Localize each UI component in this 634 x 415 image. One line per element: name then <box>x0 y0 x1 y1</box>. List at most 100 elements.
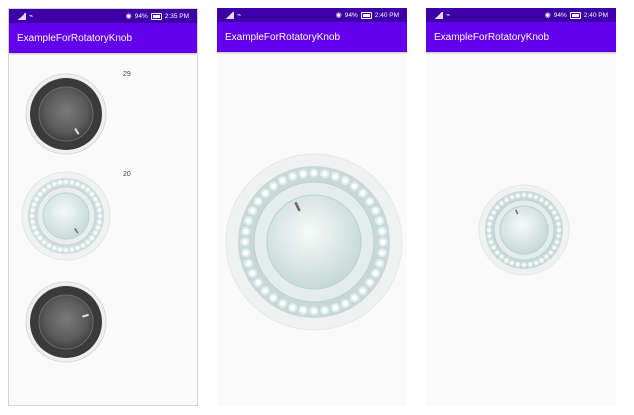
led-dot <box>34 197 39 201</box>
led-dot <box>93 231 98 235</box>
led-dot <box>98 214 102 218</box>
led-dot <box>549 250 553 254</box>
led-dot <box>34 231 39 235</box>
led-dot <box>487 228 491 232</box>
led-dot <box>70 247 74 252</box>
led-dot <box>367 279 373 286</box>
usb-icon: ⌁ <box>446 11 451 19</box>
phone-screen-3: ⌁ ◉ 94% 2:40 PM ExampleForRotatoryKnob <box>426 8 616 406</box>
phone-screen-1: ⌁ ◉ 94% 2:35 PM ExampleForRotatoryKnob 2… <box>8 8 198 406</box>
phone-screen-2: ⌁ ◉ 94% 2:40 PM ExampleForRotatoryKnob <box>217 8 407 406</box>
led-dot <box>377 260 383 266</box>
led-dot <box>42 188 46 192</box>
led-dot <box>255 279 261 286</box>
led-dot <box>505 258 508 262</box>
led-dot <box>544 255 548 259</box>
led-dot <box>42 240 46 244</box>
led-dot <box>290 173 296 179</box>
battery-percent: 94% <box>553 11 567 19</box>
led-dot <box>500 201 504 205</box>
led-dot <box>280 177 286 184</box>
led-dot <box>522 263 526 267</box>
led-dot <box>332 173 338 179</box>
led-dot <box>380 239 386 245</box>
led-dot <box>86 188 90 192</box>
led-dot <box>32 202 36 206</box>
led-dot <box>81 243 85 248</box>
led-dot <box>242 239 248 245</box>
led-dot <box>505 198 508 202</box>
led-dot <box>510 261 514 265</box>
clock: 2:40 PM <box>374 11 399 19</box>
rotary-knob-dark[interactable] <box>25 73 107 155</box>
led-dot <box>492 246 496 249</box>
led-dot <box>544 201 548 205</box>
rotary-knob-dark[interactable] <box>25 281 107 363</box>
led-dot <box>255 198 261 205</box>
led-dot <box>332 305 338 311</box>
led-dot <box>64 248 68 252</box>
usb-icon: ⌁ <box>29 12 34 20</box>
led-dot <box>534 195 538 199</box>
led-dot <box>495 250 499 254</box>
clock: 2:35 PM <box>164 12 189 20</box>
led-dot <box>540 258 543 262</box>
rotary-knob-light-small[interactable] <box>478 184 570 276</box>
led-dot <box>300 307 306 313</box>
led-dot <box>311 170 317 176</box>
led-dot <box>262 288 268 294</box>
led-dot <box>81 184 85 189</box>
led-dot <box>360 288 366 294</box>
battery-icon <box>150 12 162 20</box>
led-dot <box>52 246 56 250</box>
led-dot <box>30 208 35 212</box>
rotary-knob-light[interactable] <box>21 171 111 261</box>
clock: 2:40 PM <box>583 11 608 19</box>
status-bar: ⌁ ◉ 94% 2:35 PM <box>9 9 197 23</box>
led-dot <box>367 198 373 205</box>
led-dot <box>488 222 492 226</box>
led-dot <box>86 240 90 244</box>
led-dot <box>351 183 358 189</box>
led-dot <box>488 234 492 238</box>
led-dot <box>372 208 379 214</box>
led-dot <box>243 228 249 234</box>
rotary-knob-light-large[interactable] <box>225 153 403 331</box>
led-dot <box>322 171 328 177</box>
led-dot <box>249 270 256 276</box>
led-dot <box>270 183 277 189</box>
led-dot <box>372 270 379 276</box>
signal-icon <box>225 11 234 19</box>
battery-percent: 94% <box>344 11 358 19</box>
knob-value-label: 29 <box>123 71 131 78</box>
led-dot <box>516 194 520 198</box>
led-dot <box>500 255 504 259</box>
led-dot <box>262 190 268 196</box>
led-dot <box>58 247 62 252</box>
led-dot <box>342 177 348 184</box>
battery-icon <box>569 11 581 19</box>
app-bar-title: ExampleForRotatoryKnob <box>217 22 407 52</box>
led-dot <box>379 250 385 256</box>
led-dot <box>528 194 532 198</box>
signal-icon <box>434 11 443 19</box>
led-dot <box>76 182 80 186</box>
led-dot <box>300 171 306 177</box>
led-dot <box>540 198 543 202</box>
led-dot <box>360 190 366 196</box>
app-bar-title: ExampleForRotatoryKnob <box>9 23 197 53</box>
led-dot <box>64 180 68 184</box>
led-dot <box>516 262 520 266</box>
led-dot <box>379 228 385 234</box>
led-dot <box>342 300 348 307</box>
led-dot <box>492 211 496 214</box>
led-dot <box>90 192 94 196</box>
led-dot <box>270 295 277 301</box>
eye-icon: ◉ <box>335 11 342 19</box>
led-dot <box>96 202 100 206</box>
led-dot <box>245 260 251 266</box>
led-dot <box>47 184 51 189</box>
led-dot <box>510 195 514 199</box>
led-dot <box>76 246 80 250</box>
led-dot <box>489 216 493 220</box>
